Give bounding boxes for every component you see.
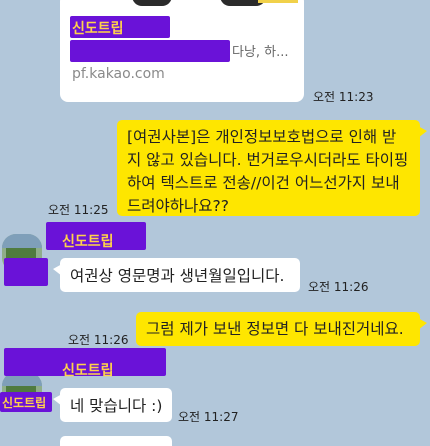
link-preview-thumbnail: [60, 0, 304, 10]
message-text: 그럼 제가 보낸 정보면 다 보내진거네요.: [146, 320, 404, 338]
message-time: 오전 11:27: [178, 410, 239, 424]
message-time: 오전 11:26: [308, 280, 369, 294]
message-text: 네 맞습니다 :): [70, 397, 163, 415]
message-time: 오전 11:26: [68, 333, 129, 347]
my-message-bubble[interactable]: [여권사본]은 개인정보보호법으로 인해 받지 않고 있습니다. 번거로우시더라…: [117, 120, 427, 216]
link-preview-title: 신도트립: [72, 21, 124, 37]
message-text: 여권상 영문명과 생년월일입니다.: [70, 267, 285, 285]
redaction-mark: [4, 258, 48, 286]
other-message-bubble[interactable]: 여권상 영문명과 생년월일입니다.: [53, 258, 300, 292]
sender-name: 신도트립: [62, 363, 114, 379]
my-message-bubble[interactable]: 그럼 제가 보낸 정보면 다 보내진거네요.: [136, 312, 427, 346]
other-message-bubble[interactable]: 네 맞습니다 :): [53, 388, 172, 422]
redaction-mark: [70, 40, 230, 62]
message-time: 오전 11:23: [313, 90, 374, 104]
link-preview-url: pf.kakao.com: [72, 66, 165, 82]
message-time: 오전 11:25: [48, 203, 109, 217]
message-text: [여권사본]은 개인정보보호법으로 인해 받지 않고 있습니다. 번거로우시더라…: [127, 128, 409, 215]
partial-message-bubble[interactable]: [60, 436, 172, 446]
link-preview-description: 다낭, 하...: [232, 45, 289, 60]
sender-name: 신도트립: [62, 234, 114, 250]
link-preview-card[interactable]: 신도트립 다낭, 하... pf.kakao.com: [60, 0, 304, 102]
avatar-label: 신도트립: [2, 396, 47, 410]
